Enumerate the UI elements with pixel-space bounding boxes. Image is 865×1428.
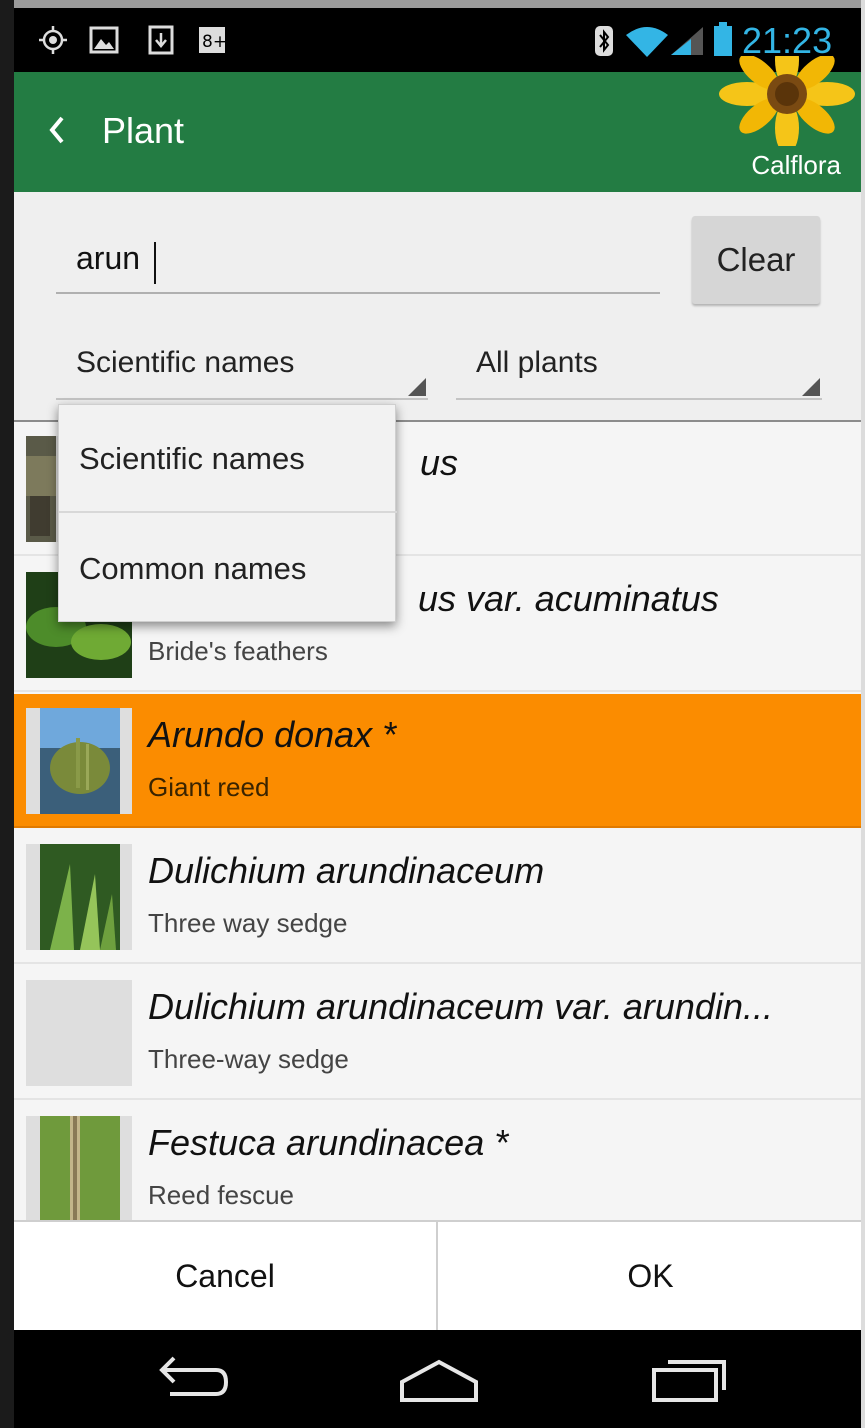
spinner-arrow-icon bbox=[802, 378, 820, 396]
cell-signal-icon bbox=[671, 27, 703, 55]
top-edge bbox=[0, 0, 865, 8]
gps-icon bbox=[39, 26, 67, 54]
list-item-selected[interactable]: Arundo donax * Giant reed bbox=[14, 694, 861, 828]
bluetooth-icon bbox=[595, 26, 613, 56]
photo-icon bbox=[89, 26, 119, 54]
right-edge bbox=[861, 0, 865, 1428]
common-name: Three way sedge bbox=[148, 908, 348, 938]
scientific-name: us bbox=[420, 442, 459, 483]
list-item[interactable]: Festuca arundinacea * Reed fescue bbox=[14, 1102, 861, 1220]
brand-label: Calflora bbox=[751, 150, 841, 180]
page-title[interactable]: Plant bbox=[102, 110, 184, 152]
common-name: Three-way sedge bbox=[148, 1044, 349, 1074]
back-chevron-icon[interactable] bbox=[44, 112, 68, 148]
wifi-icon bbox=[626, 27, 668, 57]
common-name: Giant reed bbox=[148, 772, 270, 802]
plant-thumbnail bbox=[26, 844, 132, 950]
plant-thumbnail bbox=[26, 1116, 132, 1220]
search-input-value: arun bbox=[76, 240, 141, 276]
search-panel: arun Clear Scientific names All plants bbox=[14, 192, 861, 420]
name-type-dropdown[interactable]: Scientific names Common names bbox=[58, 404, 397, 623]
scientific-name: Dulichium arundinaceum var. arundin... bbox=[148, 986, 773, 1027]
google-plus-icon: 8+ bbox=[199, 27, 226, 53]
list-item[interactable]: Dulichium arundinaceum var. arundin... T… bbox=[14, 966, 861, 1100]
scientific-name: Arundo donax * bbox=[148, 714, 397, 755]
dialog-button-bar: Cancel OK bbox=[14, 1220, 861, 1330]
clear-button[interactable]: Clear bbox=[692, 216, 820, 304]
plant-filter-selected: All plants bbox=[476, 346, 598, 379]
cancel-button[interactable]: Cancel bbox=[14, 1222, 438, 1330]
dropdown-option-common[interactable]: Common names bbox=[59, 515, 397, 623]
scientific-name: Festuca arundinacea * bbox=[148, 1122, 509, 1163]
calflora-logo: Calflora bbox=[715, 56, 855, 192]
svg-text:8+: 8+ bbox=[202, 32, 226, 52]
sunflower-icon bbox=[719, 56, 855, 146]
recent-apps-icon[interactable] bbox=[644, 1352, 734, 1408]
plant-photo bbox=[40, 1116, 120, 1220]
name-type-selected: Scientific names bbox=[76, 346, 295, 379]
dropdown-option-scientific[interactable]: Scientific names bbox=[59, 405, 397, 513]
back-icon[interactable] bbox=[144, 1352, 234, 1408]
phone-screen: 8+ 21:23 Plant Calflora arun Clear Scien… bbox=[0, 0, 865, 1428]
plant-photo bbox=[26, 436, 56, 542]
plant-filter-spinner[interactable]: All plants bbox=[456, 322, 822, 400]
home-icon[interactable] bbox=[394, 1352, 484, 1408]
plant-photo bbox=[40, 844, 120, 950]
download-icon bbox=[148, 25, 174, 55]
left-edge bbox=[0, 0, 14, 1428]
plant-photo bbox=[40, 708, 120, 814]
scientific-name: us var. acuminatus bbox=[418, 578, 719, 619]
name-type-spinner[interactable]: Scientific names bbox=[56, 322, 428, 400]
common-name: Reed fescue bbox=[148, 1180, 294, 1210]
navigation-bar bbox=[14, 1330, 861, 1428]
list-item[interactable]: Dulichium arundinaceum Three way sedge bbox=[14, 830, 861, 964]
action-bar: Plant Calflora bbox=[14, 56, 861, 192]
plant-thumbnail-placeholder bbox=[26, 980, 132, 1086]
text-cursor bbox=[154, 242, 156, 284]
common-name: Bride's feathers bbox=[148, 636, 328, 666]
search-input[interactable] bbox=[56, 232, 660, 294]
spinner-arrow-icon bbox=[408, 378, 426, 396]
plant-thumbnail bbox=[26, 708, 132, 814]
battery-icon bbox=[714, 22, 732, 56]
ok-button[interactable]: OK bbox=[440, 1222, 861, 1330]
scientific-name: Dulichium arundinaceum bbox=[148, 850, 545, 891]
